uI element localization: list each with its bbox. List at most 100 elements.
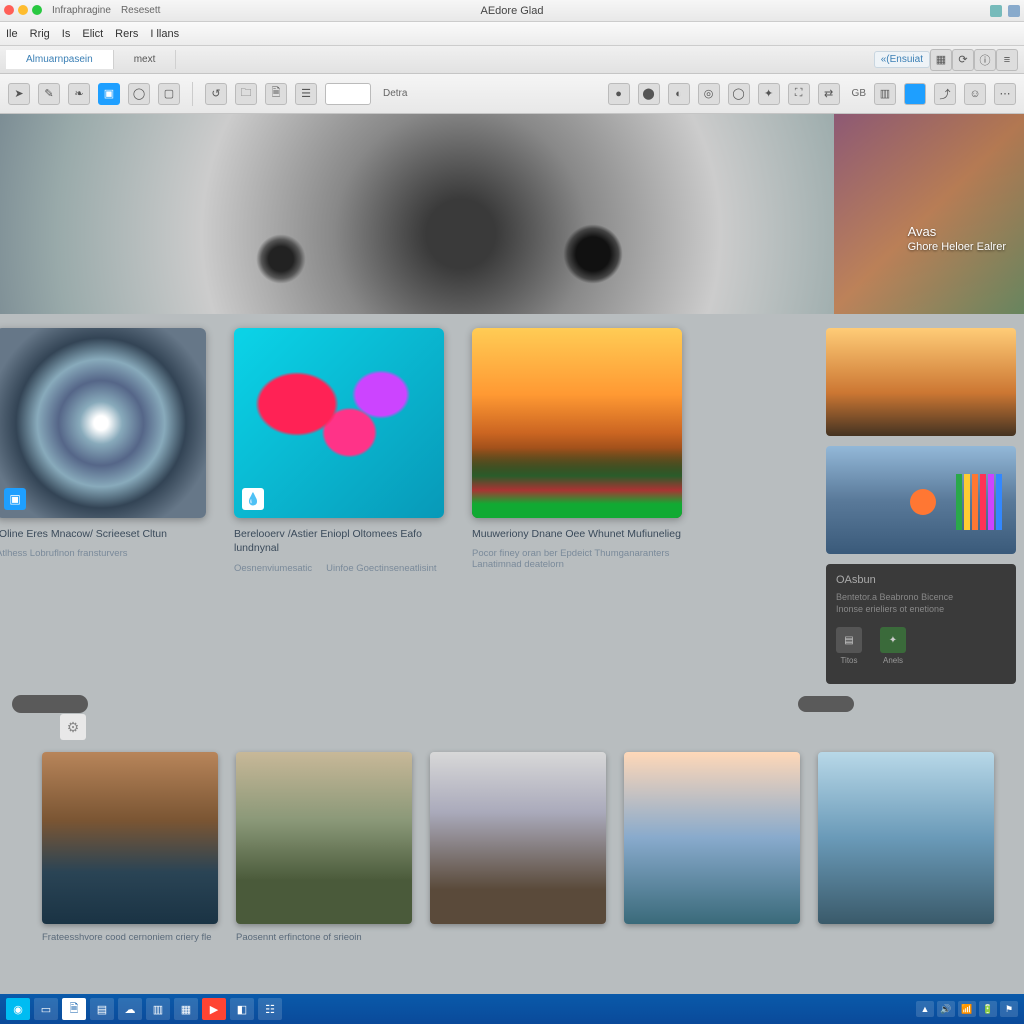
toolbar-label: Detra (383, 88, 407, 99)
card-thumbnail[interactable]: ▣ (0, 328, 206, 518)
app-icon[interactable] (904, 83, 926, 105)
scroll-handle[interactable] (12, 695, 88, 713)
panel-icon-label: Anels (880, 656, 906, 665)
size-field[interactable] (325, 83, 371, 105)
menu-icon[interactable]: ≡ (996, 49, 1018, 71)
wand-icon[interactable]: ✦ (758, 83, 780, 105)
brush-icon[interactable]: ✎ (38, 83, 60, 105)
gallery-thumbnail[interactable] (236, 752, 412, 924)
hero-side-art (834, 114, 1024, 314)
gallery-title: Frateesshvore cood cernoniem criery fle (42, 932, 218, 943)
card[interactable]: 💧 Berelooerv /Astier Eniopl Oltomees Eaf… (234, 328, 444, 684)
folder-icon[interactable]: 🗀 (235, 83, 257, 105)
gallery-thumbnail[interactable] (818, 752, 994, 924)
menu-item[interactable]: I llans (150, 28, 179, 40)
close-icon[interactable] (4, 5, 14, 15)
info-icon[interactable]: ⓘ (974, 49, 996, 71)
card-thumbnail[interactable]: 💧 (234, 328, 444, 518)
menu-item[interactable]: Is (62, 28, 71, 40)
gallery-card[interactable] (818, 752, 994, 943)
chart-icon[interactable]: ▥ (874, 83, 896, 105)
hero-badge-sub: Ghore Heloer Ealrer (908, 241, 1006, 253)
square-icon[interactable]: ▢ (158, 83, 180, 105)
gallery-card[interactable] (430, 752, 606, 943)
target-icon[interactable]: ◎ (698, 83, 720, 105)
tab[interactable]: mext (114, 50, 177, 69)
gallery-thumbnail[interactable] (624, 752, 800, 924)
tray-icon[interactable]: 🔋 (979, 1001, 997, 1017)
gallery-card[interactable]: Paosennt erfinctone of srieoin (236, 752, 412, 943)
gallery-card[interactable] (624, 752, 800, 943)
maximize-icon[interactable] (32, 5, 42, 15)
card-title: tOline Eres Mnacow/ Scrieeset Cltun (0, 528, 206, 542)
picker-icon[interactable]: ◐ (668, 83, 690, 105)
menu-item[interactable]: Rrig (30, 28, 50, 40)
ring-icon[interactable]: ◯ (728, 83, 750, 105)
taskbar-app[interactable]: ▥ (146, 998, 170, 1020)
refresh-icon[interactable]: ⟳ (952, 49, 974, 71)
taskbar-app[interactable]: 🗎 (62, 998, 86, 1020)
taskbar-app[interactable]: ☁ (118, 998, 142, 1020)
toolbar-label-2: GB (852, 88, 866, 99)
card-link[interactable]: Oesnenviumesatic (234, 563, 312, 574)
feather-icon[interactable]: ❧ (68, 83, 90, 105)
dot-icon[interactable]: ● (608, 83, 630, 105)
card-link[interactable]: Uinfoe Goectinseneatlisint (326, 563, 436, 574)
tray-icon[interactable]: 📶 (958, 1001, 976, 1017)
taskbar-app[interactable]: ▭ (34, 998, 58, 1020)
menu-item[interactable]: Elict (82, 28, 103, 40)
sync-icon[interactable] (990, 5, 1002, 17)
gallery-thumbnail[interactable] (42, 752, 218, 924)
share-icon[interactable]: ⤴ (934, 83, 956, 105)
menu-item[interactable]: Ile (6, 28, 18, 40)
tab-bar: Almuarnpasein mext «(Ensuiat ▦ ⟳ ⓘ ≡ (0, 46, 1024, 74)
circle-icon[interactable]: ◯ (128, 83, 150, 105)
gallery-thumbnail[interactable] (430, 752, 606, 924)
more-icon[interactable]: ⋯ (994, 83, 1016, 105)
side-thumbnail[interactable] (826, 328, 1016, 436)
doc-icon[interactable]: 🗎 (265, 83, 287, 105)
swap-icon[interactable]: ⇄ (818, 83, 840, 105)
side-thumbnail[interactable] (826, 446, 1016, 554)
history-icon[interactable]: ↺ (205, 83, 227, 105)
panel-sub: Inonse erieliers ot enetione (836, 604, 1006, 616)
taskbar-app[interactable]: ☷ (258, 998, 282, 1020)
tab-action-button[interactable]: «(Ensuiat (874, 51, 930, 68)
hero-badge: Avas Ghore Heloer Ealrer (908, 224, 1006, 253)
tray-icon[interactable]: ⚑ (1000, 1001, 1018, 1017)
menu-item[interactable]: Rers (115, 28, 138, 40)
taskbar-app[interactable]: ◧ (230, 998, 254, 1020)
system-tray: ▲ 🔊 📶 🔋 ⚑ (916, 1001, 1018, 1017)
scroll-handle[interactable] (798, 696, 854, 712)
title-bar: Infraphragine Resesett AEdore Glad (0, 0, 1024, 22)
tab-active[interactable]: Almuarnpasein (6, 50, 114, 69)
grid-icon[interactable]: ▦ (930, 49, 952, 71)
taskbar-app[interactable]: ▤ (90, 998, 114, 1020)
pointer-icon[interactable]: ➤ (8, 83, 30, 105)
card-thumbnail[interactable]: ◧ (472, 328, 682, 518)
panel-icon[interactable]: ▤ (836, 627, 862, 653)
layers-icon[interactable]: ▣ (98, 83, 120, 105)
taskbar-app[interactable]: ▦ (174, 998, 198, 1020)
minimize-icon[interactable] (18, 5, 28, 15)
separator (192, 82, 193, 106)
right-column: OAsbun Bentetor.a Beabrono Bicence Inons… (826, 328, 1016, 684)
gear-icon[interactable]: ⚙ (60, 714, 86, 740)
tray-icon[interactable]: ▲ (916, 1001, 934, 1017)
taskbar-app[interactable]: ▶ (202, 998, 226, 1020)
user-icon[interactable]: ☺ (964, 83, 986, 105)
crop-icon[interactable]: ⛶ (788, 83, 810, 105)
panel-icon[interactable]: ✦ (880, 627, 906, 653)
content-area: ▣ tOline Eres Mnacow/ Scrieeset Cltun At… (0, 314, 1024, 943)
info-panel: OAsbun Bentetor.a Beabrono Bicence Inons… (826, 564, 1016, 684)
stack-icon[interactable]: ☰ (295, 83, 317, 105)
start-icon[interactable]: ◉ (6, 998, 30, 1020)
record-icon[interactable]: ⬤ (638, 83, 660, 105)
card[interactable]: ▣ tOline Eres Mnacow/ Scrieeset Cltun At… (0, 328, 206, 684)
gallery-card[interactable]: Frateesshvore cood cernoniem criery fle (42, 752, 218, 943)
sun-icon (910, 489, 936, 515)
card[interactable]: ◧ Muuweriony Dnane Oee Whunet Mufiunelie… (472, 328, 682, 684)
cloud-icon[interactable] (1008, 5, 1020, 17)
card-subtitle: Pocor finey oran ber Epdeict Thumganaran… (472, 548, 682, 570)
tray-icon[interactable]: 🔊 (937, 1001, 955, 1017)
